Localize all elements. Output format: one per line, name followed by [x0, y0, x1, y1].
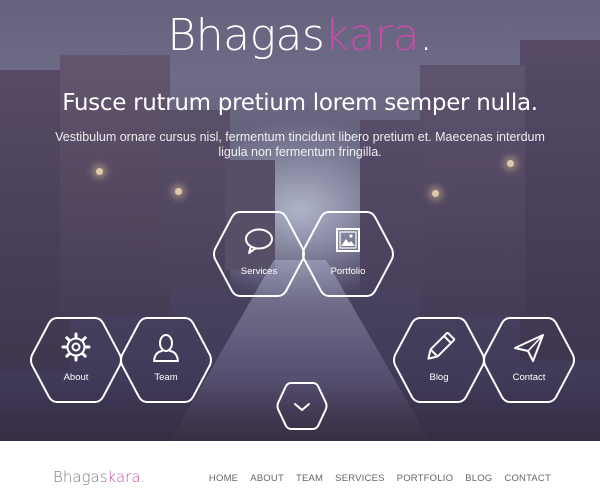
pencil-icon	[427, 332, 456, 360]
services-tile[interactable]: Services	[213, 208, 305, 300]
nav-logo[interactable]: Bhagaskara.	[53, 468, 145, 486]
nav-link-services[interactable]: SERVICES	[335, 473, 384, 484]
chevron-down-icon	[276, 382, 328, 430]
blog-tile[interactable]: Blog	[393, 314, 485, 406]
nav-link-blog[interactable]: BLOG	[465, 473, 492, 484]
logo-text-accent: kara	[324, 10, 420, 61]
blog-label: Blog	[429, 372, 449, 383]
speech-bubble-icon	[245, 228, 273, 254]
scroll-down-button[interactable]	[276, 380, 328, 432]
services-label: Services	[240, 266, 278, 277]
paper-plane-icon	[514, 334, 544, 362]
picture-icon	[336, 228, 360, 252]
logo-text-main: Bhagas	[53, 468, 108, 486]
about-label: About	[63, 372, 89, 383]
portfolio-label: Portfolio	[330, 266, 366, 277]
nav-link-about[interactable]: ABOUT	[250, 473, 284, 484]
person-icon	[153, 334, 179, 362]
team-tile[interactable]: Team	[120, 314, 212, 406]
hero-section: Bhagaskara. Fusce rutrum pretium lorem s…	[0, 0, 600, 441]
logo-dot: .	[419, 10, 433, 61]
gear-icon	[61, 332, 91, 362]
hero-logo[interactable]: Bhagaskara.	[0, 10, 600, 61]
about-tile[interactable]: About	[30, 314, 122, 406]
nav-link-portfolio[interactable]: PORTFOLIO	[397, 473, 454, 484]
logo-dot: .	[140, 468, 146, 486]
contact-label: Contact	[512, 372, 546, 383]
main-nav: HOME ABOUT TEAM SERVICES PORTFOLIO BLOG …	[209, 473, 551, 484]
logo-text-main: Bhagas	[167, 10, 325, 61]
nav-link-team[interactable]: TEAM	[296, 473, 323, 484]
hero-subtext: Vestibulum ornare cursus nisl, fermentum…	[55, 130, 545, 159]
portfolio-tile[interactable]: Portfolio	[302, 208, 394, 300]
team-label: Team	[154, 372, 178, 383]
nav-link-contact[interactable]: CONTACT	[504, 473, 551, 484]
contact-tile[interactable]: Contact	[483, 314, 575, 406]
nav-link-home[interactable]: HOME	[209, 473, 238, 484]
hero-headline: Fusce rutrum pretium lorem semper nulla.	[62, 90, 538, 116]
logo-text-accent: kara	[107, 468, 141, 486]
nav-bar: Bhagaskara. HOME ABOUT TEAM SERVICES POR…	[0, 441, 600, 493]
